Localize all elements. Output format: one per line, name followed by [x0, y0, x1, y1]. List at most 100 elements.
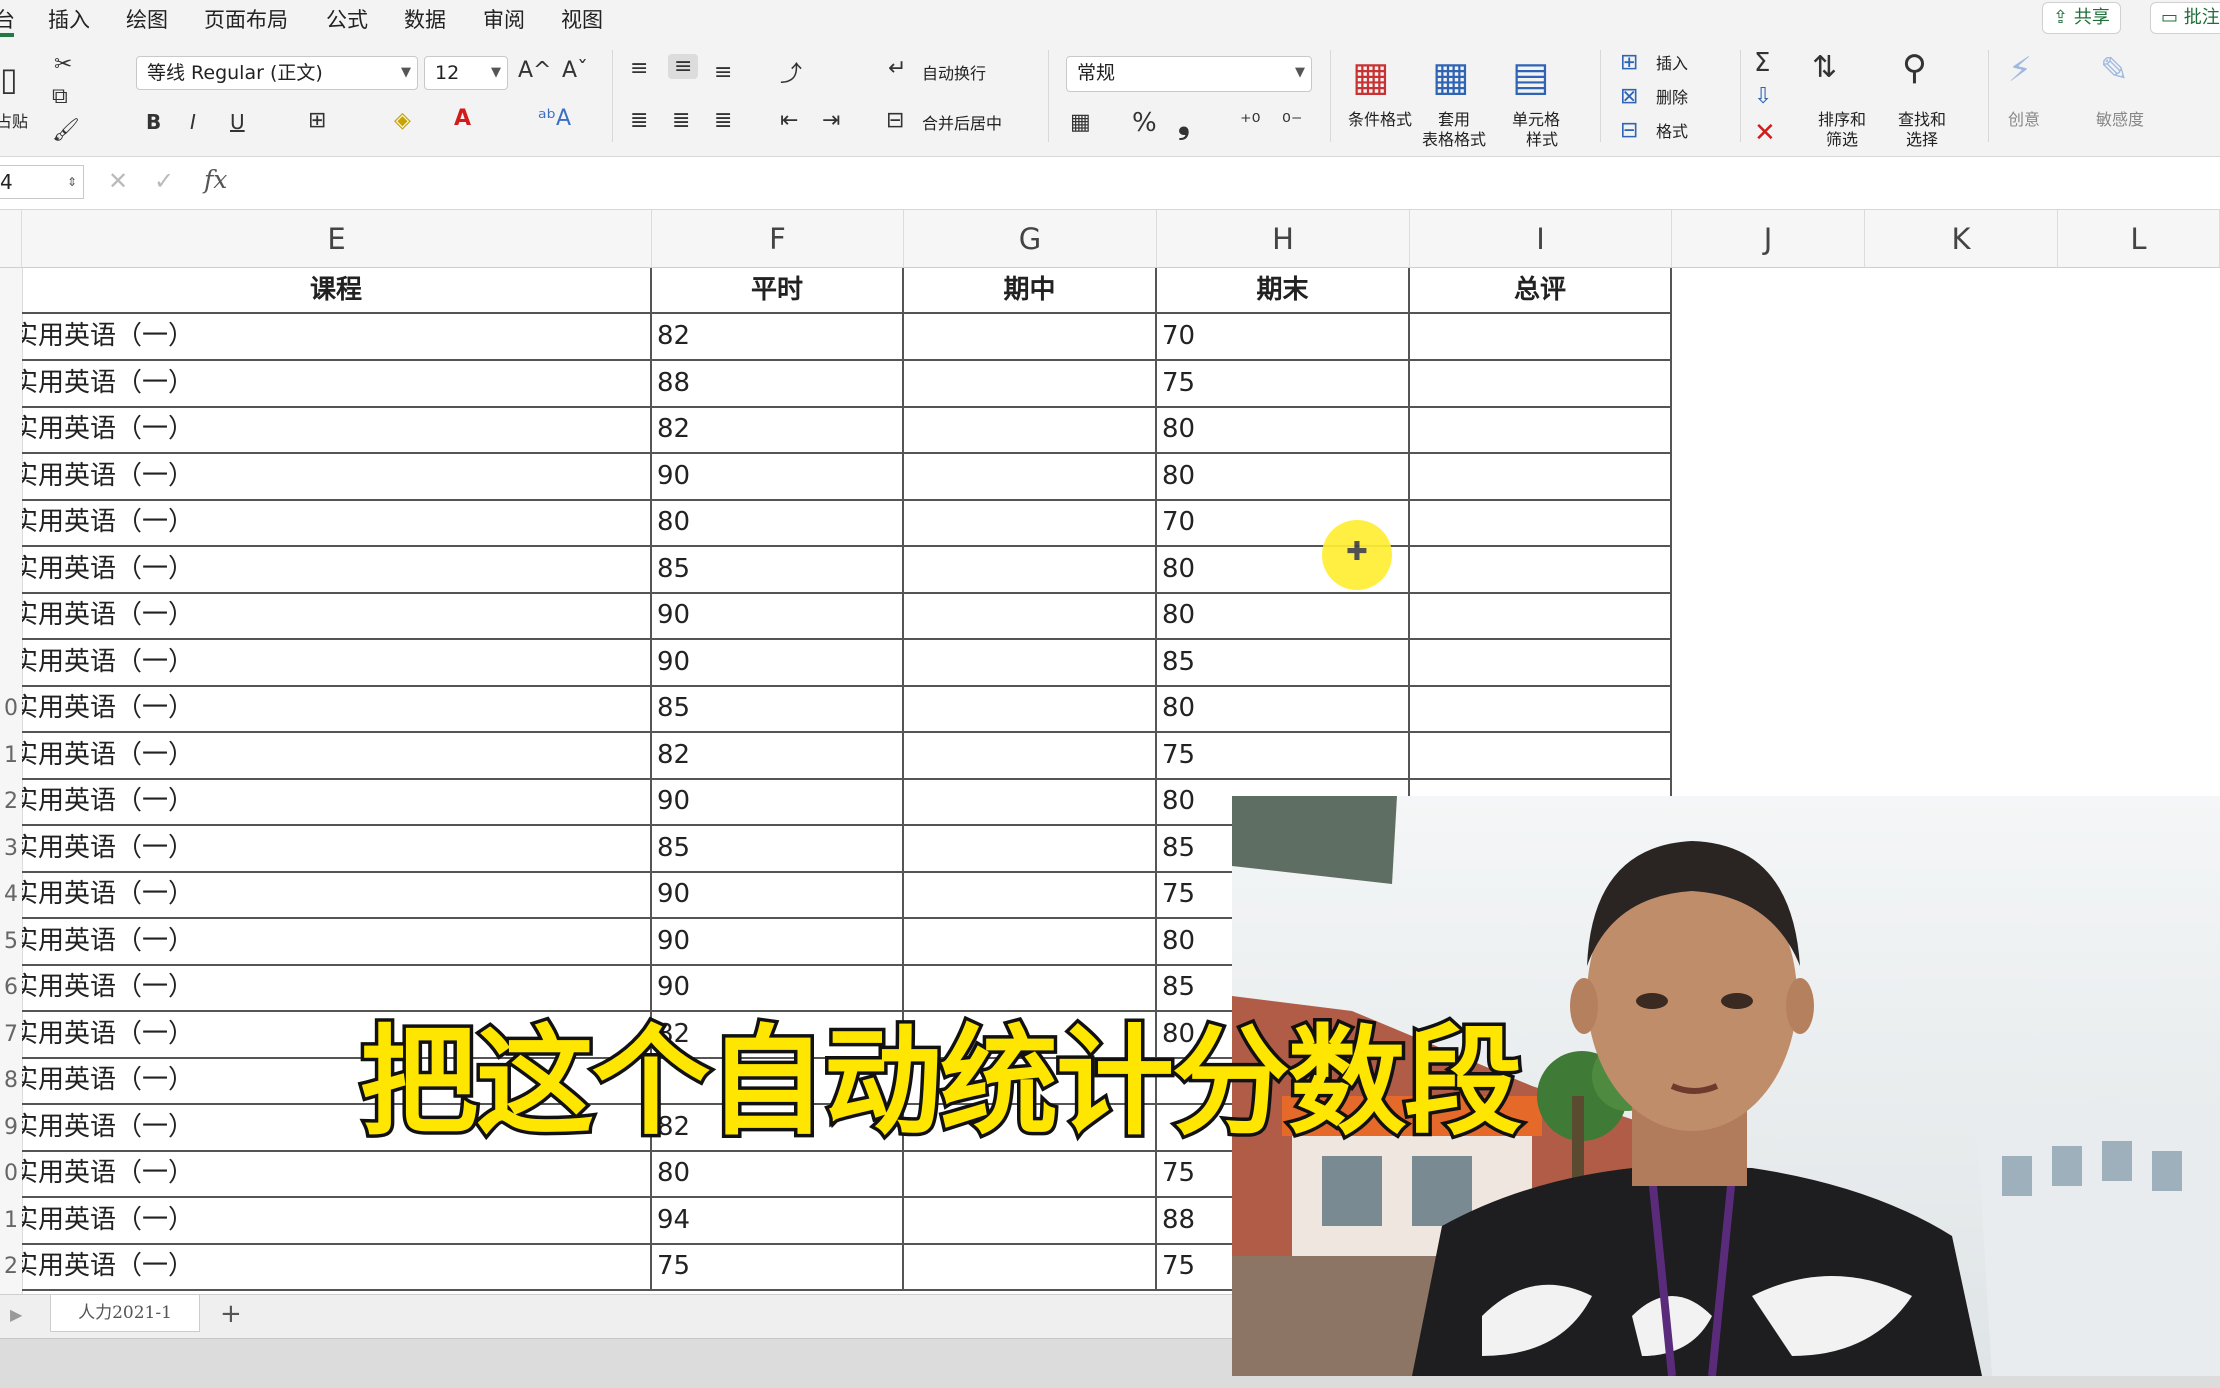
- midterm-score-cell[interactable]: [904, 779, 1157, 826]
- midterm-score-cell[interactable]: [904, 919, 1157, 966]
- total-score-cell[interactable]: [1410, 686, 1672, 733]
- course-cell[interactable]: 实用英语（一）: [22, 826, 652, 873]
- sort-filter-icon[interactable]: ⇅: [1812, 50, 1837, 85]
- row-number[interactable]: 6: [0, 965, 18, 1011]
- fill-down-icon[interactable]: ⇩: [1754, 84, 1772, 109]
- row-number[interactable]: 8: [0, 1058, 18, 1104]
- grow-font-button[interactable]: A^: [518, 58, 551, 83]
- total-score-cell[interactable]: [1410, 640, 1672, 687]
- shrink-font-button[interactable]: Aˇ: [562, 58, 588, 83]
- final-score-cell[interactable]: 75: [1157, 733, 1410, 780]
- usual-score-cell[interactable]: 85: [652, 686, 904, 733]
- align-left-icon[interactable]: ≣: [630, 108, 648, 133]
- tab-view[interactable]: 视图: [561, 4, 603, 34]
- sort-filter-label-2[interactable]: 筛选: [1826, 130, 1858, 149]
- course-cell[interactable]: 实用英语（一）: [22, 1244, 652, 1291]
- total-score-cell[interactable]: [1410, 733, 1672, 780]
- total-score-cell[interactable]: [1410, 407, 1672, 454]
- align-bottom-icon[interactable]: ≡: [714, 60, 732, 85]
- column-header-g[interactable]: G: [904, 210, 1157, 268]
- midterm-score-cell[interactable]: [904, 314, 1157, 361]
- table-header-cell[interactable]: 平时: [652, 268, 904, 314]
- comments-button[interactable]: ▭ 批注: [2150, 2, 2220, 34]
- select-all-corner[interactable]: [0, 210, 22, 268]
- delete-cells-button[interactable]: 删除: [1656, 88, 1688, 107]
- course-cell[interactable]: 实用英语（一）: [22, 1198, 652, 1245]
- ideas-label[interactable]: 创意: [2008, 110, 2040, 129]
- final-score-cell[interactable]: 80: [1157, 686, 1410, 733]
- midterm-score-cell[interactable]: [904, 640, 1157, 687]
- name-box[interactable]: 4 ⇕: [0, 165, 84, 199]
- cell-style-label-1[interactable]: 单元格: [1512, 110, 1560, 129]
- course-cell[interactable]: 实用英语（一）: [22, 500, 652, 547]
- table-format-label-1[interactable]: 套用: [1438, 110, 1470, 129]
- tab-data[interactable]: 数据: [404, 4, 446, 34]
- usual-score-cell[interactable]: 85: [652, 826, 904, 873]
- row-number[interactable]: 2: [0, 1244, 18, 1290]
- wrap-text-icon[interactable]: ↵: [888, 56, 906, 81]
- course-cell[interactable]: 实用英语（一）: [22, 314, 652, 361]
- find-select-label-1[interactable]: 查找和: [1898, 110, 1946, 129]
- column-header-f[interactable]: F: [652, 210, 904, 268]
- row-number[interactable]: 4: [0, 872, 18, 918]
- row-number[interactable]: 2: [0, 779, 18, 825]
- table-header-cell[interactable]: 课程: [22, 268, 652, 314]
- italic-button[interactable]: I: [190, 110, 196, 134]
- phonetic-icon[interactable]: ᵃᵇA: [538, 106, 571, 131]
- usual-score-cell[interactable]: 90: [652, 593, 904, 640]
- paste-icon[interactable]: ▯: [0, 60, 18, 98]
- usual-score-cell[interactable]: 88: [652, 361, 904, 408]
- midterm-score-cell[interactable]: [904, 547, 1157, 594]
- course-cell[interactable]: 实用英语（一）: [22, 640, 652, 687]
- table-format-label-2[interactable]: 表格格式: [1422, 130, 1486, 149]
- orientation-icon[interactable]: ⤴: [780, 56, 802, 88]
- course-cell[interactable]: 实用英语（一）: [22, 872, 652, 919]
- conditional-format-button[interactable]: 条件格式: [1348, 110, 1412, 129]
- usual-score-cell[interactable]: 90: [652, 640, 904, 687]
- align-right-icon[interactable]: ≣: [714, 108, 732, 133]
- align-top-icon[interactable]: ≡: [630, 56, 648, 81]
- course-cell[interactable]: 实用英语（一）: [22, 454, 652, 501]
- row-number[interactable]: 5: [0, 919, 18, 965]
- increase-indent-icon[interactable]: ⇥: [822, 108, 840, 133]
- find-select-label-2[interactable]: 选择: [1906, 130, 1938, 149]
- find-select-icon[interactable]: ⚲: [1902, 48, 1927, 88]
- column-header-h[interactable]: H: [1157, 210, 1410, 268]
- row-number[interactable]: 0: [0, 1151, 18, 1197]
- final-score-cell[interactable]: 75: [1157, 361, 1410, 408]
- course-cell[interactable]: 实用英语（一）: [22, 779, 652, 826]
- usual-score-cell[interactable]: 90: [652, 919, 904, 966]
- final-score-cell[interactable]: 70: [1157, 314, 1410, 361]
- sensitivity-icon[interactable]: ✎: [2100, 50, 2129, 90]
- font-color-icon[interactable]: A: [454, 106, 471, 131]
- tab-draw[interactable]: 绘图: [126, 4, 168, 34]
- usual-score-cell[interactable]: 82: [652, 733, 904, 780]
- total-score-cell[interactable]: [1410, 547, 1672, 594]
- confirm-icon[interactable]: ✓: [154, 167, 174, 195]
- course-cell[interactable]: 实用英语（一）: [22, 733, 652, 780]
- tab-formulas[interactable]: 公式: [326, 4, 368, 34]
- tab-home[interactable]: 台: [0, 4, 15, 34]
- usual-score-cell[interactable]: 80: [652, 500, 904, 547]
- borders-icon[interactable]: ⊞: [308, 108, 326, 133]
- number-format-combo[interactable]: 常规 ▼: [1066, 56, 1312, 92]
- currency-icon[interactable]: ▦: [1070, 110, 1091, 135]
- format-cells-button[interactable]: 格式: [1656, 122, 1688, 141]
- midterm-score-cell[interactable]: [904, 1244, 1157, 1291]
- column-header-i[interactable]: I: [1410, 210, 1672, 268]
- decrease-indent-icon[interactable]: ⇤: [780, 108, 798, 133]
- cell-style-label-2[interactable]: 样式: [1526, 130, 1558, 149]
- merge-center-button[interactable]: 合并后居中: [922, 114, 1002, 133]
- midterm-score-cell[interactable]: [904, 1151, 1157, 1198]
- final-score-cell[interactable]: 80: [1157, 593, 1410, 640]
- table-format-icon[interactable]: ▦: [1432, 54, 1470, 100]
- sensitivity-label[interactable]: 敏感度: [2096, 110, 2144, 129]
- midterm-score-cell[interactable]: [904, 407, 1157, 454]
- tab-page-layout[interactable]: 页面布局: [204, 4, 288, 34]
- delete-cells-icon[interactable]: ⊠: [1620, 84, 1638, 109]
- cancel-icon[interactable]: ✕: [108, 167, 128, 195]
- format-cells-icon[interactable]: ⊟: [1620, 118, 1638, 143]
- table-header-cell[interactable]: 总评: [1410, 268, 1672, 314]
- midterm-score-cell[interactable]: [904, 733, 1157, 780]
- table-header-cell[interactable]: 期末: [1157, 268, 1410, 314]
